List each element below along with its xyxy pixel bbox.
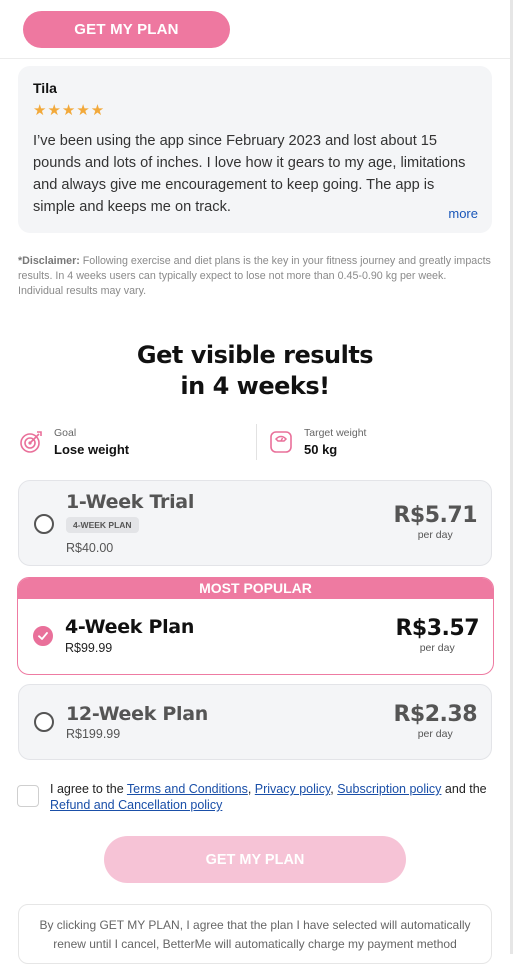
review-card: Tila ★★★★★ I’ve been using the app since… xyxy=(18,66,492,233)
plan-title: 12-Week Plan xyxy=(66,703,208,725)
plan-per-day: per day xyxy=(417,529,453,541)
plan-old-price: R$99.99 xyxy=(65,641,113,655)
renewal-text: By clicking GET MY PLAN, I agree that th… xyxy=(39,918,471,951)
get-my-plan-bottom-button[interactable]: GET MY PLAN xyxy=(104,836,406,883)
plan-option-12-week[interactable]: 12-Week Plan R$199.99 R$2.38 per day xyxy=(18,684,492,760)
review-text: I’ve been using the app since February 2… xyxy=(33,133,466,215)
plan-old-price: R$40.00 xyxy=(66,541,114,555)
get-my-plan-top-button[interactable]: GET MY PLAN xyxy=(23,11,230,48)
plan-old-price: R$199.99 xyxy=(66,727,121,741)
plan-title: 1-Week Trial xyxy=(66,491,195,513)
headline-line-2: in 4 weeks! xyxy=(180,372,330,400)
plan-per-day: per day xyxy=(417,728,453,740)
agree-and: and the xyxy=(441,782,487,796)
goal-caption: Goal xyxy=(54,427,77,439)
agree-comma-1: , xyxy=(247,782,255,796)
agree-prefix: I agree to the xyxy=(50,782,127,796)
plan-per-day: per day xyxy=(419,642,455,654)
terms-link[interactable]: Terms and Conditions xyxy=(127,782,248,796)
plan-title: 4-Week Plan xyxy=(65,616,195,638)
most-popular-badge: MOST POPULAR xyxy=(18,578,493,599)
plan-option-1-week[interactable]: 1-Week Trial 4-WEEK PLAN R$40.00 R$5.71 … xyxy=(18,480,492,566)
plan-option-4-week[interactable]: MOST POPULAR 4-Week Plan R$99.99 R$3.57 … xyxy=(17,577,494,675)
agree-checkbox[interactable] xyxy=(17,785,39,807)
target-weight-value: 50 kg xyxy=(304,442,338,457)
plan-radio-checked[interactable] xyxy=(33,626,53,646)
goal-summary: Goal Lose weight xyxy=(18,424,129,460)
disclaimer: *Disclaimer: Following exercise and diet… xyxy=(18,254,492,299)
plan-price-block: R$5.71 per day xyxy=(393,503,477,541)
disclaimer-label: *Disclaimer: xyxy=(18,255,80,267)
plan-price-block: R$2.38 per day xyxy=(393,702,477,740)
subscription-policy-link[interactable]: Subscription policy xyxy=(337,782,441,796)
plan-radio[interactable] xyxy=(34,712,54,732)
page-title: Get visible results in 4 weeks! xyxy=(0,340,510,402)
goal-divider xyxy=(256,424,257,460)
headline-line-1: Get visible results xyxy=(136,341,374,369)
star-rating-icon: ★★★★★ xyxy=(33,101,106,119)
review-author: Tila xyxy=(33,80,57,96)
plan-price-block: R$3.57 per day xyxy=(395,616,479,654)
privacy-policy-link[interactable]: Privacy policy xyxy=(255,782,330,796)
refund-policy-link[interactable]: Refund and Cancellation policy xyxy=(50,798,222,812)
plan-price: R$2.38 xyxy=(393,702,477,727)
target-weight-summary: Target weight 50 kg xyxy=(268,424,366,460)
plan-badge: 4-WEEK PLAN xyxy=(66,517,139,533)
target-icon xyxy=(18,429,44,455)
review-more-link[interactable]: more xyxy=(448,206,478,221)
target-weight-caption: Target weight xyxy=(304,427,367,439)
check-icon xyxy=(38,632,48,640)
renewal-notice: By clicking GET MY PLAN, I agree that th… xyxy=(18,904,492,964)
agree-text: I agree to the Terms and Conditions, Pri… xyxy=(50,781,490,813)
plan-price: R$3.57 xyxy=(395,616,479,641)
goal-value: Lose weight xyxy=(54,442,130,457)
scale-icon xyxy=(268,429,294,455)
plan-radio[interactable] xyxy=(34,514,54,534)
plan-price: R$5.71 xyxy=(393,503,477,528)
top-sticky-bar: GET MY PLAN xyxy=(0,0,510,59)
disclaimer-text: Following exercise and diet plans is the… xyxy=(18,255,491,297)
